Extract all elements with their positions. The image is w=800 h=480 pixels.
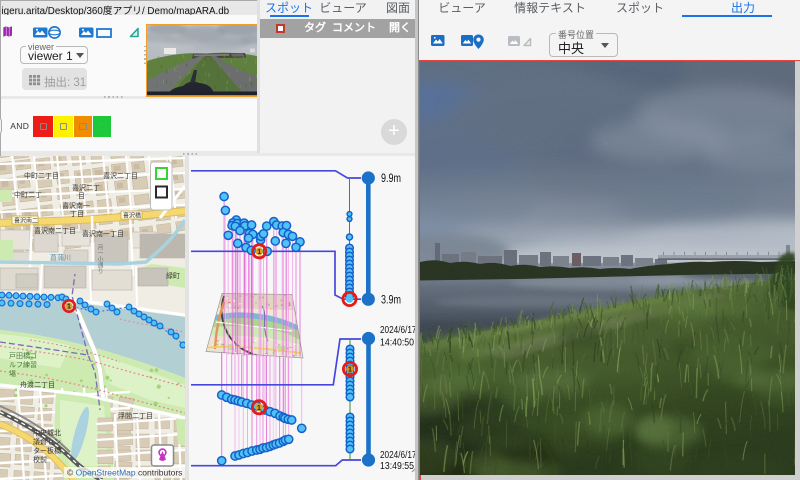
svg-text:1: 1 [257, 405, 261, 412]
svg-text:喜沢南二丁目: 喜沢南二丁目 [34, 226, 76, 235]
svg-text:3.9m: 3.9m [381, 294, 401, 306]
svg-text:目: 目 [78, 192, 85, 200]
svg-text:ルフ練習: ルフ練習 [9, 360, 37, 369]
svg-text:1: 1 [257, 249, 261, 256]
svg-text:13:49:55: 13:49:55 [380, 460, 414, 472]
svg-text:1: 1 [67, 304, 71, 311]
svg-text:舟渡二丁目: 舟渡二丁目 [20, 380, 55, 389]
svg-text:9.9m: 9.9m [381, 173, 401, 185]
svg-text:浮間二丁目: 浮間二丁目 [118, 411, 153, 420]
svg-text:月一小通り: 月一小通り [96, 244, 103, 274]
svg-text:ター板橋: ター板橋 [33, 446, 61, 455]
svg-text:喜沢橋: 喜沢橋 [123, 212, 141, 220]
svg-text:14:40:50: 14:40:50 [380, 337, 414, 349]
svg-text:喜沢二丁目: 喜沢二丁目 [103, 171, 138, 180]
svg-text:議倉セン: 議倉セン [33, 437, 61, 446]
svg-text:2024/6/17: 2024/6/17 [380, 324, 417, 336]
svg-text:校前: 校前 [33, 455, 47, 464]
svg-text:© OpenStreetMap contributors: © OpenStreetMap contributors [67, 468, 182, 478]
svg-text:喜沢南一丁目: 喜沢南一丁目 [82, 229, 124, 238]
svg-text:場: 場 [9, 369, 16, 378]
svg-text:中町二丁: 中町二丁 [14, 190, 42, 199]
svg-text:喜沢南一: 喜沢南一 [62, 201, 90, 210]
svg-text:丁目: 丁目 [70, 210, 84, 218]
svg-text:戸田橋ゴ: 戸田橋ゴ [9, 351, 37, 360]
svg-text:喜沢二丁: 喜沢二丁 [72, 183, 100, 192]
svg-text:中央城北: 中央城北 [33, 428, 61, 437]
svg-text:緑町: 緑町 [166, 271, 180, 280]
svg-text:喜沢南二: 喜沢南二 [14, 217, 38, 225]
svg-text:菖蒲川: 菖蒲川 [50, 253, 71, 262]
svg-text:1: 1 [348, 367, 352, 374]
svg-text:中町二丁目: 中町二丁目 [24, 171, 59, 180]
